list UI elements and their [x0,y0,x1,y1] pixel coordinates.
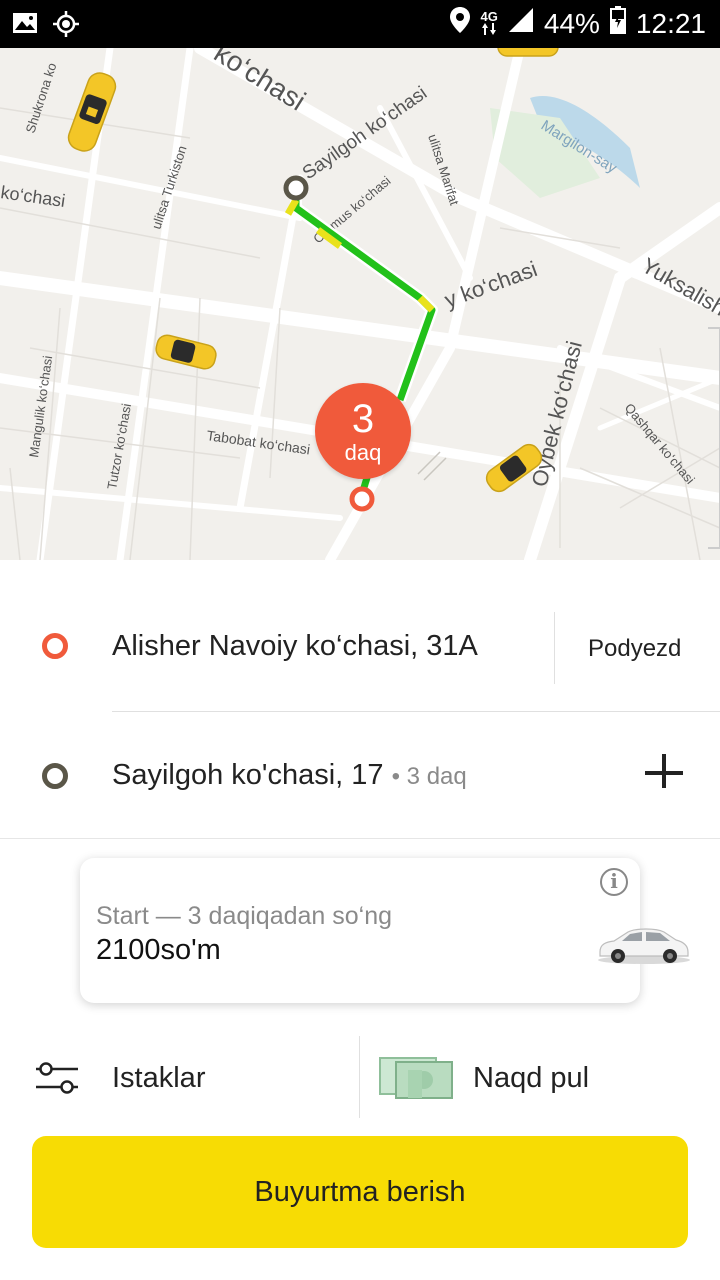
street-label: ko‘chasi [0,182,67,211]
pickup-dot-icon [42,633,68,659]
street-label: Mangulik ko‘chasi [26,355,55,459]
info-icon[interactable]: i [600,868,628,896]
destination-eta: • 3 daq [391,763,467,790]
street-label: y ko‘chasi [441,256,540,313]
destination-address: Sayilgoh ko'chasi, 17 [112,759,384,791]
map-edge-handle [708,327,720,549]
status-bar: 4G 44% 12:21 [0,0,720,48]
network-type: 4G [480,9,498,24]
battery-percent: 44% [543,7,600,39]
destination-dot-icon [42,763,68,789]
taxi-icon [497,48,559,57]
eta-value: 3 [351,397,375,441]
image-icon [12,10,38,43]
eta-unit: daq [344,440,382,465]
order-button[interactable]: Buyurtma berish [32,1136,688,1248]
pickup-marker[interactable] [349,486,375,512]
sliders-icon [34,1058,80,1103]
clock: 12:21 [635,7,706,39]
network-arrows-icon: 4G [481,10,498,37]
pickup-row[interactable]: Alisher Navoiy ko‘chasi, 31A Podyezd [0,585,720,711]
payment-method-button[interactable]: Naqd pul [360,1036,720,1118]
payment-label: Naqd pul [473,1062,590,1094]
options-bar: Istaklar Naqd pul [0,1036,720,1118]
divider [554,612,555,684]
destination-row[interactable]: Sayilgoh ko'chasi, 17 • 3 daq [0,712,720,839]
add-stop-button[interactable] [642,752,686,796]
gps-icon [52,10,80,43]
route-line [292,188,436,402]
eta-bubble: 3 daq [315,383,411,479]
location-icon [449,6,471,41]
street-label: ulitsa Marifat [425,132,462,207]
taxi-icon [155,334,217,370]
pickup-address[interactable]: Alisher Navoiy ko‘chasi, 31A [112,630,478,663]
map-canvas: ko‘chasi Shukrona ko Sayilgoh ko‘chasi M… [0,48,720,560]
street-label: Yuksalish [638,253,720,321]
tariff-price: 2100so'm [96,934,221,966]
tariff-card[interactable]: i Start — 3 daqiqadan so‘ng 2100so'm [80,858,690,1003]
entrance-button[interactable]: Podyezd [588,635,681,663]
tariff-title: Start — 3 daqiqadan so‘ng [96,902,393,930]
signal-icon [508,7,534,40]
street-label: Qashqar ko‘chasi [622,400,698,487]
wishes-button[interactable]: Istaklar [0,1036,358,1118]
taxi-icon [67,72,117,152]
street-label: Shukrona ko [23,61,60,135]
destination-address-line[interactable]: Sayilgoh ko'chasi, 17 • 3 daq [112,759,467,792]
destination-marker[interactable] [283,175,309,201]
cash-icon [378,1054,454,1107]
battery-icon [609,6,626,41]
wishes-label: Istaklar [112,1062,206,1094]
street-label: ko‘chasi [209,48,311,117]
car-icon [592,920,692,971]
map[interactable]: ko‘chasi Shukrona ko Sayilgoh ko‘chasi M… [0,48,720,560]
